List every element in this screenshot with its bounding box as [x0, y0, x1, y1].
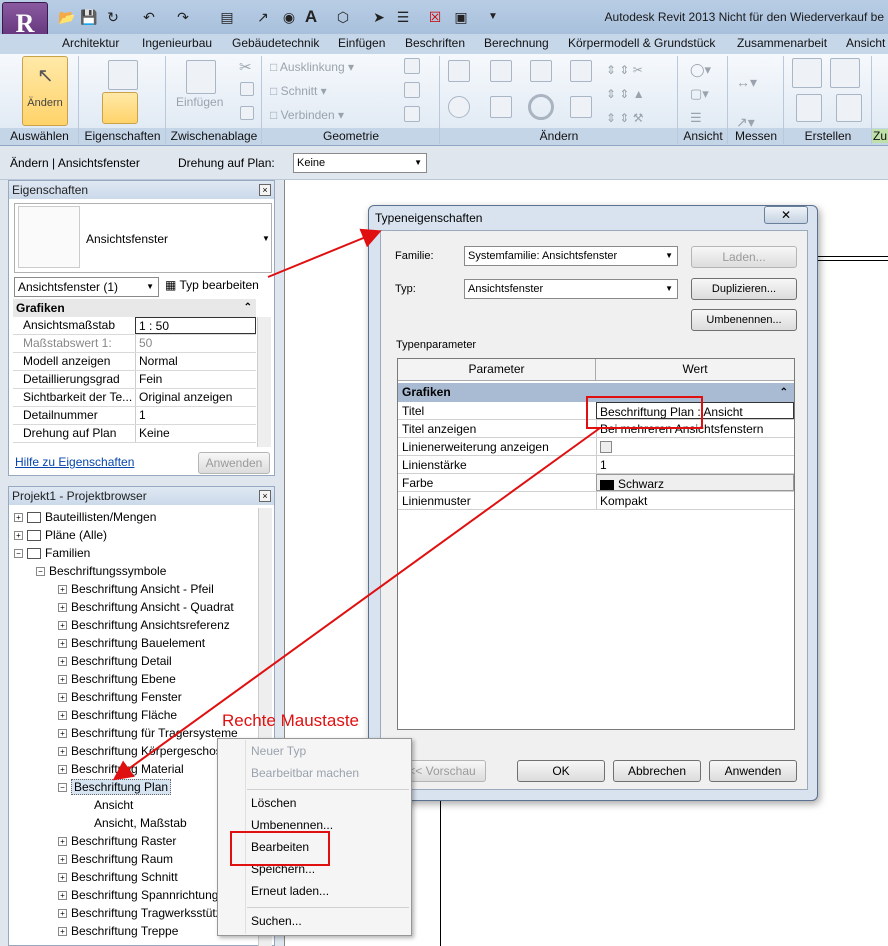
annotation-arrows	[112, 228, 601, 781]
arrow-edit-type	[267, 228, 382, 278]
arrow-right-click	[112, 427, 601, 781]
